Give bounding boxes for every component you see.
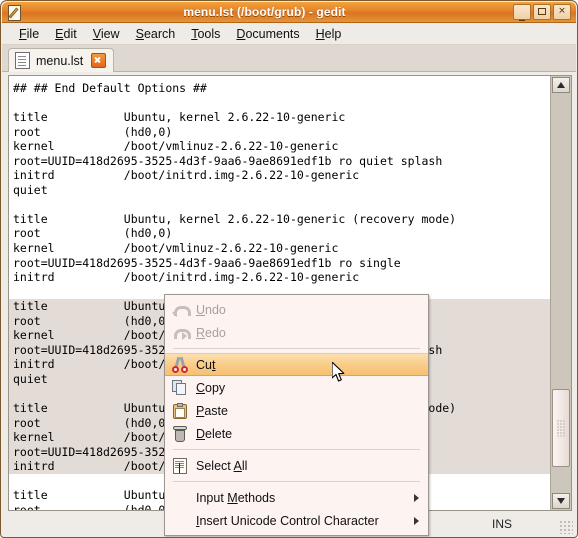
- context-menu-item-input-methods[interactable]: Input Methods: [165, 486, 428, 509]
- context-menu-item-delete[interactable]: Delete: [165, 422, 428, 445]
- editor-line: title Ubuntu, kernel 2.6.22-10-generic: [13, 110, 346, 125]
- trash-icon: [171, 425, 189, 443]
- context-menu-label-select-all: Select All: [196, 458, 248, 473]
- menu-edit[interactable]: Edit: [47, 25, 85, 43]
- context-menu-label-undo: Undo: [196, 302, 226, 317]
- context-menu-item-copy[interactable]: Copy: [165, 376, 428, 399]
- menu-search[interactable]: Search: [128, 25, 184, 43]
- minimize-button[interactable]: _: [513, 4, 531, 20]
- context-menu-item-redo[interactable]: Redo: [165, 321, 428, 344]
- context-menu-separator-2: [173, 449, 420, 450]
- scroll-down-icon[interactable]: [552, 493, 570, 509]
- tab-close-icon[interactable]: [91, 53, 107, 68]
- context-menu-label-cut: Cut: [196, 357, 216, 372]
- gedit-window: menu.lst (/boot/grub) - gedit _ ✕ File E…: [0, 0, 578, 538]
- context-menu: Undo Redo Cut Copy Paste Delete Select A…: [164, 294, 429, 536]
- context-menu-item-paste[interactable]: Paste: [165, 399, 428, 422]
- context-menu-item-undo[interactable]: Undo: [165, 298, 428, 321]
- maximize-button[interactable]: [533, 4, 551, 20]
- context-menu-label-copy: Copy: [196, 380, 226, 395]
- menu-tools[interactable]: Tools: [183, 25, 228, 43]
- gedit-app-icon: [6, 4, 23, 21]
- editor-line: quiet: [13, 182, 48, 197]
- menu-view[interactable]: View: [85, 25, 128, 43]
- vertical-scrollbar[interactable]: [550, 76, 571, 510]
- undo-icon: [171, 301, 191, 319]
- chevron-right-icon: [414, 493, 419, 502]
- insert-mode-label: INS: [492, 517, 513, 531]
- editor-line: root (hd0,0): [13, 124, 173, 139]
- select-all-icon: [171, 457, 189, 475]
- document-icon: [15, 52, 30, 69]
- menu-file[interactable]: File: [11, 25, 47, 43]
- editor-line: root=UUID=418d2695-3525-4d3f-9aa6-9ae869…: [13, 153, 443, 168]
- context-menu-item-select-all[interactable]: Select All: [165, 454, 428, 477]
- tab-label: menu.lst: [36, 53, 84, 68]
- context-menu-item-insert-unicode[interactable]: Insert Unicode Control Character: [165, 509, 428, 532]
- chevron-right-icon: [414, 516, 419, 525]
- menu-bar: File Edit View Search Tools Documents He…: [2, 23, 576, 45]
- editor-line: initrd /boot/initrd.img-2.6.22-10-generi…: [13, 168, 360, 183]
- resize-grip[interactable]: [559, 520, 573, 534]
- close-button[interactable]: ✕: [553, 4, 571, 20]
- paste-icon: [171, 402, 189, 420]
- editor-line: kernel /boot/vmlinuz-2.6.22-10-generic: [13, 241, 339, 256]
- editor-line: initrd /boot/initrd.img-2.6.22-10-generi…: [13, 270, 360, 285]
- scissors-icon: [171, 356, 189, 374]
- title-bar[interactable]: menu.lst (/boot/grub) - gedit _ ✕: [2, 2, 576, 23]
- editor-line: title Ubuntu, kernel 2.6.22-10-generic (…: [13, 211, 457, 226]
- context-menu-separator-3: [173, 481, 420, 482]
- copy-icon: [171, 379, 189, 397]
- context-menu-label-paste: Paste: [196, 403, 228, 418]
- menu-documents[interactable]: Documents: [228, 25, 307, 43]
- context-menu-separator-1: [173, 348, 420, 349]
- editor-line: root=UUID=418d2695-3525-4d3f-9aa6-9ae869…: [13, 255, 401, 270]
- editor-line: kernel /boot/vmlinuz-2.6.22-10-generic: [13, 139, 339, 154]
- context-menu-label-delete: Delete: [196, 426, 233, 441]
- window-title: menu.lst (/boot/grub) - gedit: [183, 5, 346, 19]
- editor-line: ## ## End Default Options ##: [13, 81, 207, 95]
- window-controls: _ ✕: [513, 4, 571, 20]
- tab-bar: menu.lst: [2, 45, 576, 72]
- scroll-up-icon[interactable]: [552, 77, 570, 93]
- context-menu-label-insert-unicode: Insert Unicode Control Character: [196, 513, 379, 528]
- context-menu-item-cut[interactable]: Cut: [165, 353, 428, 376]
- redo-icon: [171, 324, 191, 342]
- context-menu-label-redo: Redo: [196, 325, 226, 340]
- tab-menu-lst[interactable]: menu.lst: [8, 48, 115, 72]
- context-menu-label-input-methods: Input Methods: [196, 490, 276, 505]
- scrollbar-thumb[interactable]: [552, 389, 570, 467]
- menu-help[interactable]: Help: [308, 25, 350, 43]
- editor-line: root (hd0,0): [13, 226, 173, 241]
